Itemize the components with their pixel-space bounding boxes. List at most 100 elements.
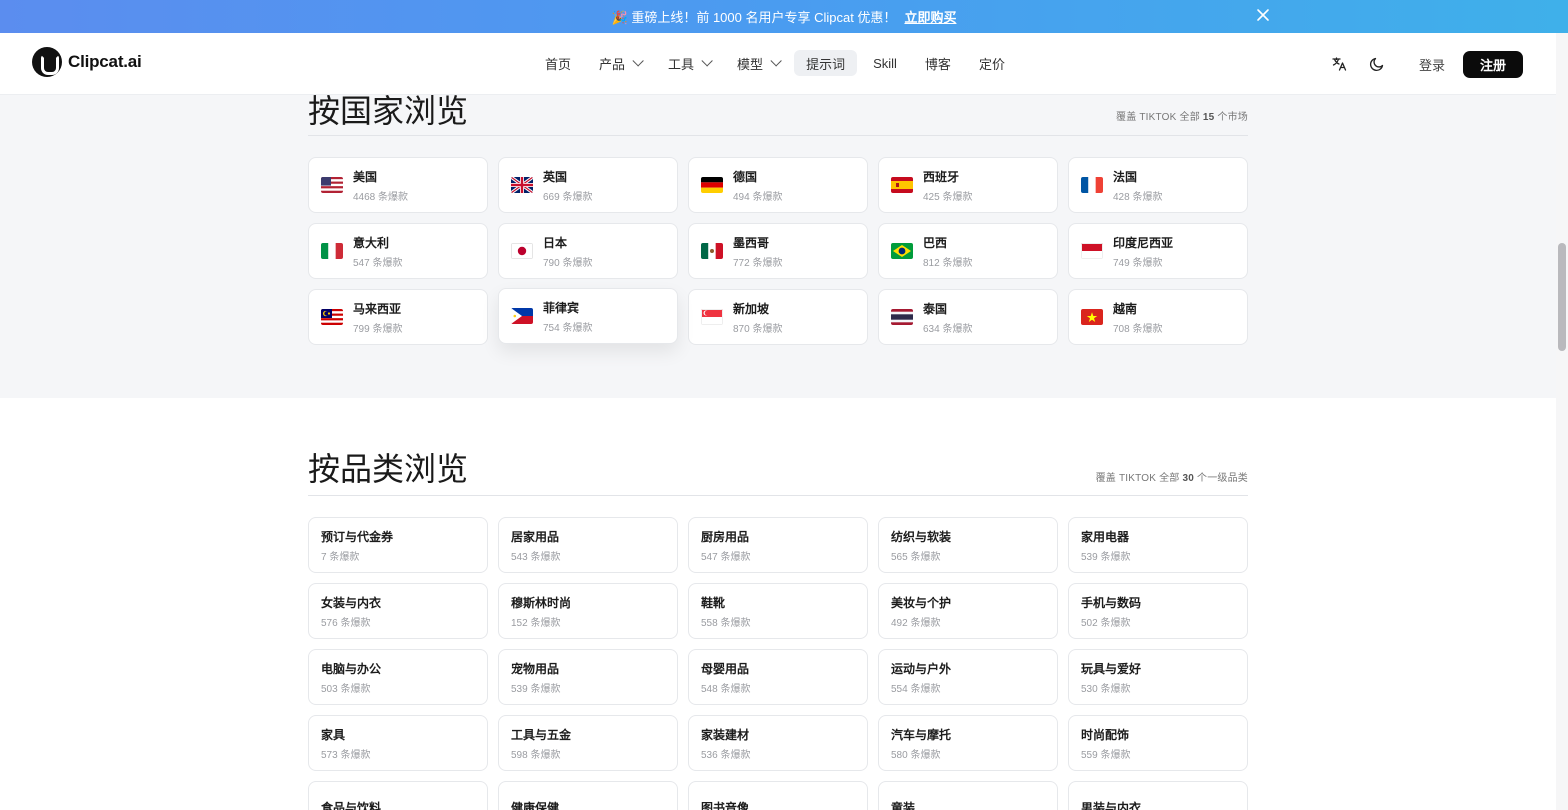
category-card[interactable]: 汽车与摩托 580 条爆款 [878, 715, 1058, 771]
card-text: 美妆与个护 492 条爆款 [891, 594, 951, 629]
card-text: 新加坡 870 条爆款 [733, 300, 782, 335]
main-menu: 首页 产品 工具 模型 提示词 Skill 博客 定价 [533, 50, 1017, 76]
nav-item[interactable]: Skill [861, 50, 909, 76]
card-count: 559 条爆款 [1081, 749, 1131, 761]
nav-item[interactable]: 首页 [533, 50, 583, 76]
country-card[interactable]: 泰国 634 条爆款 [878, 289, 1058, 345]
card-name: 家具 [321, 727, 346, 742]
card-text: 汽车与摩托 580 条爆款 [891, 726, 951, 761]
card-text: 意大利 547 条爆款 [353, 234, 402, 269]
country-card[interactable]: 墨西哥 772 条爆款 [688, 223, 868, 279]
category-card[interactable]: 预订与代金券 7 条爆款 [308, 517, 488, 573]
category-card[interactable]: 电脑与办公 503 条爆款 [308, 649, 488, 705]
nav-item[interactable]: 工具 [656, 50, 721, 76]
card-name: 美妆与个护 [891, 595, 952, 610]
category-card[interactable]: 男装与内衣 [1068, 781, 1248, 810]
category-card[interactable]: 玩具与爱好 530 条爆款 [1068, 649, 1248, 705]
country-card[interactable]: 德国 494 条爆款 [688, 157, 868, 213]
category-card[interactable]: 女装与内衣 576 条爆款 [308, 583, 488, 639]
card-count: 772 条爆款 [733, 257, 783, 269]
country-section: 按国家浏览 覆盖 TIKTOK 全部 15 个市场 美国 4468 条爆款 英国 66… [0, 92, 1556, 398]
country-card[interactable]: 日本 790 条爆款 [498, 223, 678, 279]
card-name: 运动与户外 [891, 661, 952, 676]
close-icon[interactable] [1256, 8, 1272, 24]
country-card[interactable]: 菲律宾 754 条爆款 [498, 288, 678, 344]
category-card[interactable]: 健康保健 [498, 781, 678, 810]
card-text: 泰国 634 条爆款 [923, 300, 972, 335]
card-name: 越南 [1113, 301, 1138, 316]
card-name: 马来西亚 [353, 301, 402, 316]
category-card[interactable]: 图书音像 [688, 781, 868, 810]
brand-logo[interactable]: Clipcat.ai [32, 47, 142, 77]
category-card[interactable]: 家具 573 条爆款 [308, 715, 488, 771]
card-text: 法国 428 条爆款 [1113, 168, 1162, 203]
card-count: 573 条爆款 [321, 749, 371, 761]
category-card[interactable]: 运动与户外 554 条爆款 [878, 649, 1058, 705]
country-card[interactable]: 法国 428 条爆款 [1068, 157, 1248, 213]
card-name: 西班牙 [923, 169, 960, 184]
card-text: 印度尼西亚 749 条爆款 [1113, 234, 1173, 269]
nav-item[interactable]: 产品 [587, 50, 652, 76]
scrollbar-thumb[interactable] [1558, 243, 1566, 351]
page-scrollbar[interactable] [1556, 33, 1568, 810]
category-card[interactable]: 鞋靴 558 条爆款 [688, 583, 868, 639]
country-grid: 美国 4468 条爆款 英国 669 条爆款 德国 494 条爆款 西班牙 425 条爆款 法国… [308, 157, 1248, 345]
card-text: 童装 [891, 799, 915, 810]
announcement-buy-link[interactable]: 立即购买 [904, 7, 956, 26]
nav-item[interactable]: 模型 [725, 50, 790, 76]
card-text: 菲律宾 754 条爆款 [543, 299, 592, 334]
category-card[interactable]: 纺织与软装 565 条爆款 [878, 517, 1058, 573]
flag-us-icon [321, 177, 343, 193]
category-card[interactable]: 母婴用品 548 条爆款 [688, 649, 868, 705]
category-card[interactable]: 居家用品 543 条爆款 [498, 517, 678, 573]
card-name: 女装与内衣 [321, 595, 382, 610]
card-text: 鞋靴 558 条爆款 [701, 594, 750, 629]
country-card[interactable]: 西班牙 425 条爆款 [878, 157, 1058, 213]
flag-ph-icon [511, 308, 533, 324]
card-count: 580 条爆款 [891, 749, 941, 761]
country-card[interactable]: 英国 669 条爆款 [498, 157, 678, 213]
country-card[interactable]: 马来西亚 799 条爆款 [308, 289, 488, 345]
category-card[interactable]: 家装建材 536 条爆款 [688, 715, 868, 771]
category-card[interactable]: 童装 [878, 781, 1058, 810]
card-count: 502 条爆款 [1081, 617, 1131, 629]
signup-button[interactable]: 注册 [1462, 50, 1523, 78]
card-count: 539 条爆款 [511, 683, 561, 695]
country-card[interactable]: 越南 708 条爆款 [1068, 289, 1248, 345]
country-card[interactable]: 印度尼西亚 749 条爆款 [1068, 223, 1248, 279]
moon-icon[interactable] [1363, 50, 1391, 78]
card-name: 时尚配饰 [1081, 727, 1130, 742]
card-count: 554 条爆款 [891, 683, 941, 695]
login-link[interactable]: 登录 [1419, 55, 1445, 74]
translate-icon[interactable] [1325, 50, 1353, 78]
card-count: 812 条爆款 [923, 257, 973, 269]
category-card[interactable]: 美妆与个护 492 条爆款 [878, 583, 1058, 639]
category-card[interactable]: 宠物用品 539 条爆款 [498, 649, 678, 705]
card-name: 健康保健 [511, 801, 560, 810]
category-card[interactable]: 手机与数码 502 条爆款 [1068, 583, 1248, 639]
card-name: 手机与数码 [1081, 595, 1142, 610]
card-text: 手机与数码 502 条爆款 [1081, 594, 1141, 629]
card-count: 539 条爆款 [1081, 551, 1131, 563]
category-card[interactable]: 穆斯林时尚 152 条爆款 [498, 583, 678, 639]
card-text: 家装建材 536 条爆款 [701, 726, 750, 761]
card-count: 754 条爆款 [543, 322, 593, 334]
nav-item-label: 提示词 [806, 56, 846, 72]
category-card[interactable]: 时尚配饰 559 条爆款 [1068, 715, 1248, 771]
nav-item[interactable]: 博客 [913, 50, 963, 76]
country-card[interactable]: 意大利 547 条爆款 [308, 223, 488, 279]
card-text: 宠物用品 539 条爆款 [511, 660, 560, 695]
category-card[interactable]: 食品与饮料 [308, 781, 488, 810]
card-count: 669 条爆款 [543, 191, 593, 203]
category-card[interactable]: 工具与五金 598 条爆款 [498, 715, 678, 771]
card-name: 居家用品 [511, 529, 560, 544]
card-count: 4468 条爆款 [353, 191, 409, 203]
card-text: 电脑与办公 503 条爆款 [321, 660, 381, 695]
category-card[interactable]: 厨房用品 547 条爆款 [688, 517, 868, 573]
country-card[interactable]: 新加坡 870 条爆款 [688, 289, 868, 345]
nav-item[interactable]: 定价 [967, 50, 1017, 76]
country-card[interactable]: 美国 4468 条爆款 [308, 157, 488, 213]
country-card[interactable]: 巴西 812 条爆款 [878, 223, 1058, 279]
category-card[interactable]: 家用电器 539 条爆款 [1068, 517, 1248, 573]
nav-item[interactable]: 提示词 [794, 50, 858, 76]
